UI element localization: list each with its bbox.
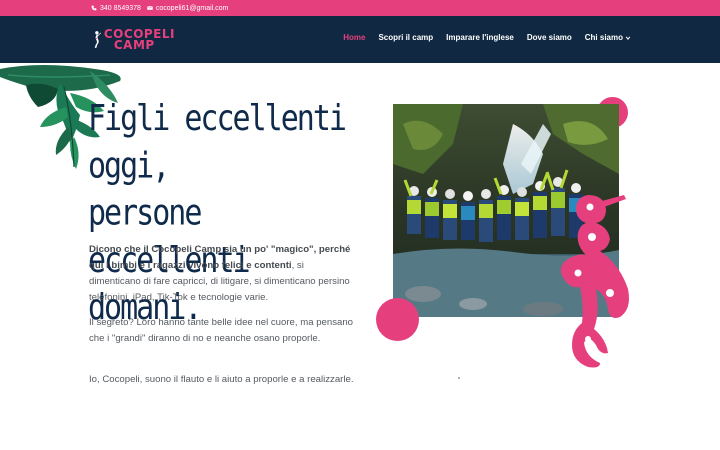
phone-icon [91,5,97,11]
decorative-dot [458,377,460,379]
top-contact-bar: 340 8549378 cocopeli61@gmail.com [0,0,720,16]
headline-line-1: Figli eccellenti oggi, [88,98,347,187]
kokopelli-mascot-icon [560,195,629,368]
nav-home[interactable]: Home [343,33,365,42]
intro-paragraph-1: Dicono che il Cocopeli Camp sia un po' "… [89,242,357,306]
nav-imparare-inglese[interactable]: Imparare l'inglese [446,33,514,42]
site-logo[interactable]: COCOPELI CAMP [93,23,175,56]
nav-dove-siamo[interactable]: Dove siamo [527,33,572,42]
chevron-down-icon [625,36,631,40]
nav-scopri-il-camp[interactable]: Scopri il camp [378,33,433,42]
kokopelli-logo-icon [94,31,102,48]
site-header: COCOPELI CAMP Home Scopri il camp Impara… [0,16,720,63]
email-contact[interactable]: cocopeli61@gmail.com [147,5,228,12]
intro-paragraph-2: Il segreto? Loro hanno tante belle idee … [89,317,354,344]
intro-paragraph-3: Io, Cocopeli, suono il flauto e li aiuto… [89,374,354,385]
nav-chi-siamo-label: Chi siamo [584,33,623,42]
pink-circle-large [376,298,419,341]
main-navigation: Home Scopri il camp Imparare l'inglese D… [343,33,631,42]
phone-contact[interactable]: 340 8549378 [91,5,141,12]
logo-text-line2: CAMP [113,37,155,52]
nav-chi-siamo[interactable]: Chi siamo [585,33,631,42]
email-address: cocopeli61@gmail.com [155,4,229,12]
phone-number: 340 8549378 [100,4,141,12]
intro-paragraph-1-bold: Dicono che il Cocopeli Camp sia un po' "… [89,244,351,271]
envelope-icon [147,6,153,10]
